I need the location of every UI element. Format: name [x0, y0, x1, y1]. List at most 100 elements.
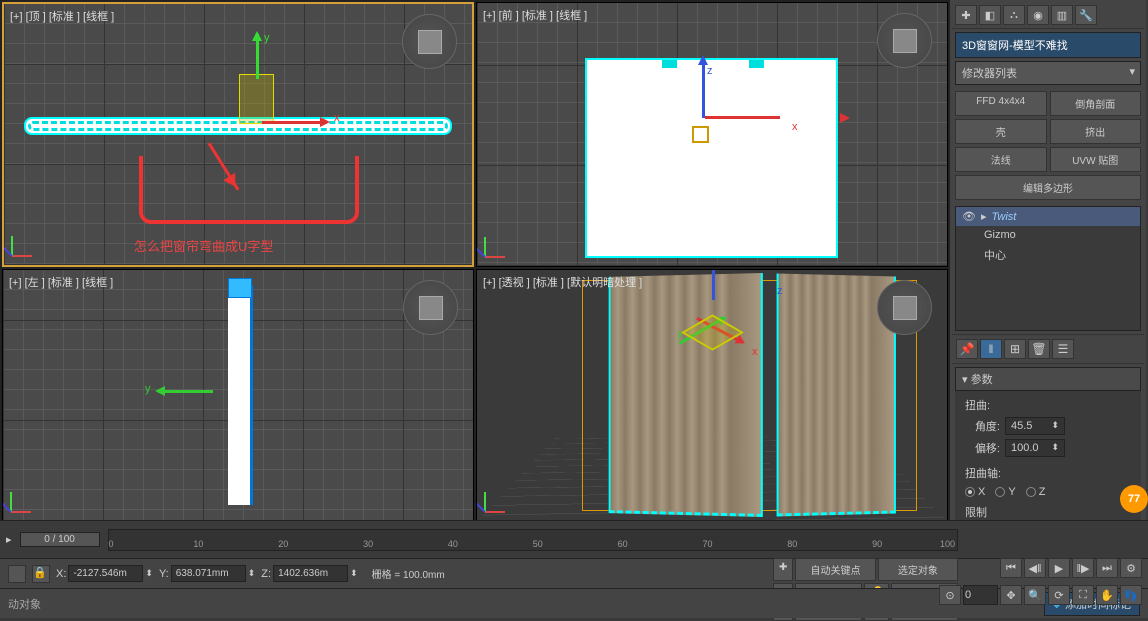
- y-label: Y:: [159, 568, 169, 580]
- normals-button[interactable]: 法线: [955, 147, 1047, 172]
- next-frame-icon[interactable]: ‖▶: [1072, 558, 1094, 578]
- viewcube[interactable]: [877, 13, 932, 68]
- bias-spinner[interactable]: 100.0: [1005, 439, 1065, 457]
- axis-z-radio[interactable]: Z: [1026, 486, 1046, 498]
- frame-input[interactable]: [963, 585, 998, 605]
- x-label: X:: [56, 568, 66, 580]
- bias-label: 偏移:: [965, 440, 1000, 456]
- z-coord-input[interactable]: [273, 565, 348, 582]
- add-key-icon[interactable]: ✚: [773, 558, 793, 581]
- rollout-parameters[interactable]: ▾ 参数: [955, 367, 1141, 391]
- extrude-button[interactable]: 挤出: [1050, 119, 1142, 144]
- axis-group-label: 扭曲轴:: [965, 465, 1131, 481]
- viewport-top[interactable]: [+] [顶 ] [标准 ] [线框 ] y x 怎么把窗帘弯曲成U字型: [2, 2, 474, 267]
- viewport-front[interactable]: [+] [前 ] [标准 ] [线框 ] z x: [476, 2, 948, 267]
- shell-button[interactable]: 壳: [955, 119, 1047, 144]
- axis-tripod: [485, 218, 525, 258]
- curtain-left-outline[interactable]: [228, 285, 253, 505]
- modifier-gizmo[interactable]: Gizmo: [956, 226, 1140, 244]
- viewport-persp-label[interactable]: [+] [透视 ] [标准 ] [默认明暗处理 ]: [483, 274, 642, 290]
- viewport-nav-controls: ⊙ ✥ 🔍 ⟳ ⛶ ✋ 👣: [939, 585, 1142, 605]
- curtain-front-outline[interactable]: [585, 58, 838, 258]
- time-slider[interactable]: ▸ 0 / 100 0 10 20 30 40 50 60 70 80 90 1…: [0, 520, 1148, 558]
- play-icon[interactable]: ▶: [1048, 558, 1070, 578]
- axis-y-arrow[interactable]: [158, 390, 213, 393]
- edit-poly-button[interactable]: 编辑多边形: [955, 175, 1141, 200]
- pin-stack-icon[interactable]: 📌: [956, 339, 978, 359]
- hierarchy-tab-icon[interactable]: ⛬: [1003, 5, 1025, 25]
- grid-size-label: 栅格 = 100.0mm: [372, 566, 445, 581]
- time-slider-handle[interactable]: 0 / 100: [20, 532, 100, 547]
- timeline-track[interactable]: 0 10 20 30 40 50 60 70 80 90 100: [108, 529, 958, 551]
- axis-x-radio[interactable]: X: [965, 486, 985, 498]
- modifier-center[interactable]: 中心: [956, 244, 1140, 266]
- viewport-perspective[interactable]: [+] [透视 ] [标准 ] [默认明暗处理 ] z x y: [476, 269, 948, 522]
- axis-z-label: z: [777, 285, 783, 297]
- modifier-list-dropdown[interactable]: 修改器列表: [955, 61, 1141, 85]
- gizmo-plane[interactable]: [239, 74, 274, 124]
- remove-modifier-icon[interactable]: 🗑: [1028, 339, 1050, 359]
- make-unique-icon[interactable]: ⊞: [1004, 339, 1026, 359]
- axis-y-radio[interactable]: Y: [995, 486, 1015, 498]
- axis-x-arrow[interactable]: [262, 121, 327, 124]
- time-config-icon[interactable]: ⚙: [1120, 558, 1142, 578]
- gizmo[interactable]: [687, 118, 780, 119]
- command-panel: ✚ ◧ ⛬ ◉ ▥ 🔧 3D窗窗网-模型不难找 修改器列表 FFD 4x4x4 …: [949, 0, 1146, 520]
- configure-sets-icon[interactable]: ☰: [1052, 339, 1074, 359]
- walk-icon[interactable]: 👣: [1120, 585, 1142, 605]
- goto-start-icon[interactable]: ⏮: [1000, 558, 1022, 578]
- zoom-icon[interactable]: 🔍: [1024, 585, 1046, 605]
- angle-label: 角度:: [965, 418, 1000, 434]
- status-message: 动对象: [8, 596, 41, 612]
- status-coords-bar: 🔒 X:⬍ Y:⬍ Z:⬍ 栅格 = 100.0mm: [0, 558, 1148, 588]
- viewcube[interactable]: [877, 280, 932, 335]
- viewcube[interactable]: [403, 280, 458, 335]
- utilities-tab-icon[interactable]: 🔧: [1075, 5, 1097, 25]
- goto-end-icon[interactable]: ⏭: [1096, 558, 1118, 578]
- viewport-front-label[interactable]: [+] [前 ] [标准 ] [线框 ]: [483, 7, 587, 23]
- uvw-button[interactable]: UVW 贴图: [1050, 147, 1142, 172]
- axis-y-label: y: [145, 383, 151, 395]
- command-panel-tabs: ✚ ◧ ⛬ ◉ ▥ 🔧: [952, 2, 1144, 29]
- hand-icon[interactable]: ✋: [1096, 585, 1118, 605]
- motion-tab-icon[interactable]: ◉: [1027, 5, 1049, 25]
- modify-tab-icon[interactable]: ◧: [979, 5, 1001, 25]
- curtain-top-bracket[interactable]: [228, 278, 252, 298]
- annotation-u-shape: [139, 156, 359, 224]
- orbit-icon[interactable]: ⟳: [1048, 585, 1070, 605]
- ffd-button[interactable]: FFD 4x4x4: [955, 91, 1047, 116]
- eye-icon[interactable]: 👁: [962, 210, 976, 223]
- x-coord-input[interactable]: [68, 565, 143, 582]
- viewcube[interactable]: [402, 14, 457, 69]
- curtain-mesh-left[interactable]: [609, 273, 763, 517]
- create-tab-icon[interactable]: ✚: [955, 5, 977, 25]
- display-tab-icon[interactable]: ▥: [1051, 5, 1073, 25]
- pan-icon[interactable]: ✥: [1000, 585, 1022, 605]
- modifier-twist[interactable]: 👁▸Twist: [956, 207, 1140, 226]
- axis-x-label: x: [334, 112, 340, 124]
- gizmo-center[interactable]: [692, 126, 709, 143]
- axis-x-label: x: [792, 121, 798, 133]
- viewport-left-label[interactable]: [+] [左 ] [标准 ] [线框 ]: [9, 274, 113, 290]
- lock-icon[interactable]: 🔒: [32, 565, 50, 583]
- isolate-icon[interactable]: ⊙: [939, 585, 961, 605]
- prev-frame-icon[interactable]: ◀‖: [1024, 558, 1046, 578]
- y-coord-input[interactable]: [171, 565, 246, 582]
- selection-lock-icon[interactable]: [8, 565, 26, 583]
- viewport-left[interactable]: [+] [左 ] [标准 ] [线框 ] y: [2, 269, 474, 522]
- selected-object-dropdown[interactable]: 选定对象: [878, 558, 958, 581]
- modifier-stack[interactable]: 👁▸Twist Gizmo 中心: [955, 206, 1141, 331]
- viewport-top-label[interactable]: [+] [顶 ] [标准 ] [线框 ]: [10, 8, 114, 24]
- maximize-icon[interactable]: ⛶: [1072, 585, 1094, 605]
- timeline-toggle-icon[interactable]: ▸: [6, 533, 12, 546]
- chamfer-button[interactable]: 倒角剖面: [1050, 91, 1142, 116]
- object-name-field[interactable]: 3D窗窗网-模型不难找: [955, 32, 1141, 58]
- axis-y-arrow[interactable]: [256, 34, 259, 79]
- curtain-top-outline[interactable]: [24, 117, 452, 135]
- z-label: Z:: [261, 568, 271, 580]
- angle-spinner[interactable]: 45.5: [1005, 417, 1065, 435]
- notification-badge[interactable]: 77: [1120, 485, 1148, 513]
- show-end-result-icon[interactable]: ‖: [980, 339, 1002, 359]
- axis-tripod: [485, 473, 525, 513]
- autokey-button[interactable]: 自动关键点: [795, 558, 875, 581]
